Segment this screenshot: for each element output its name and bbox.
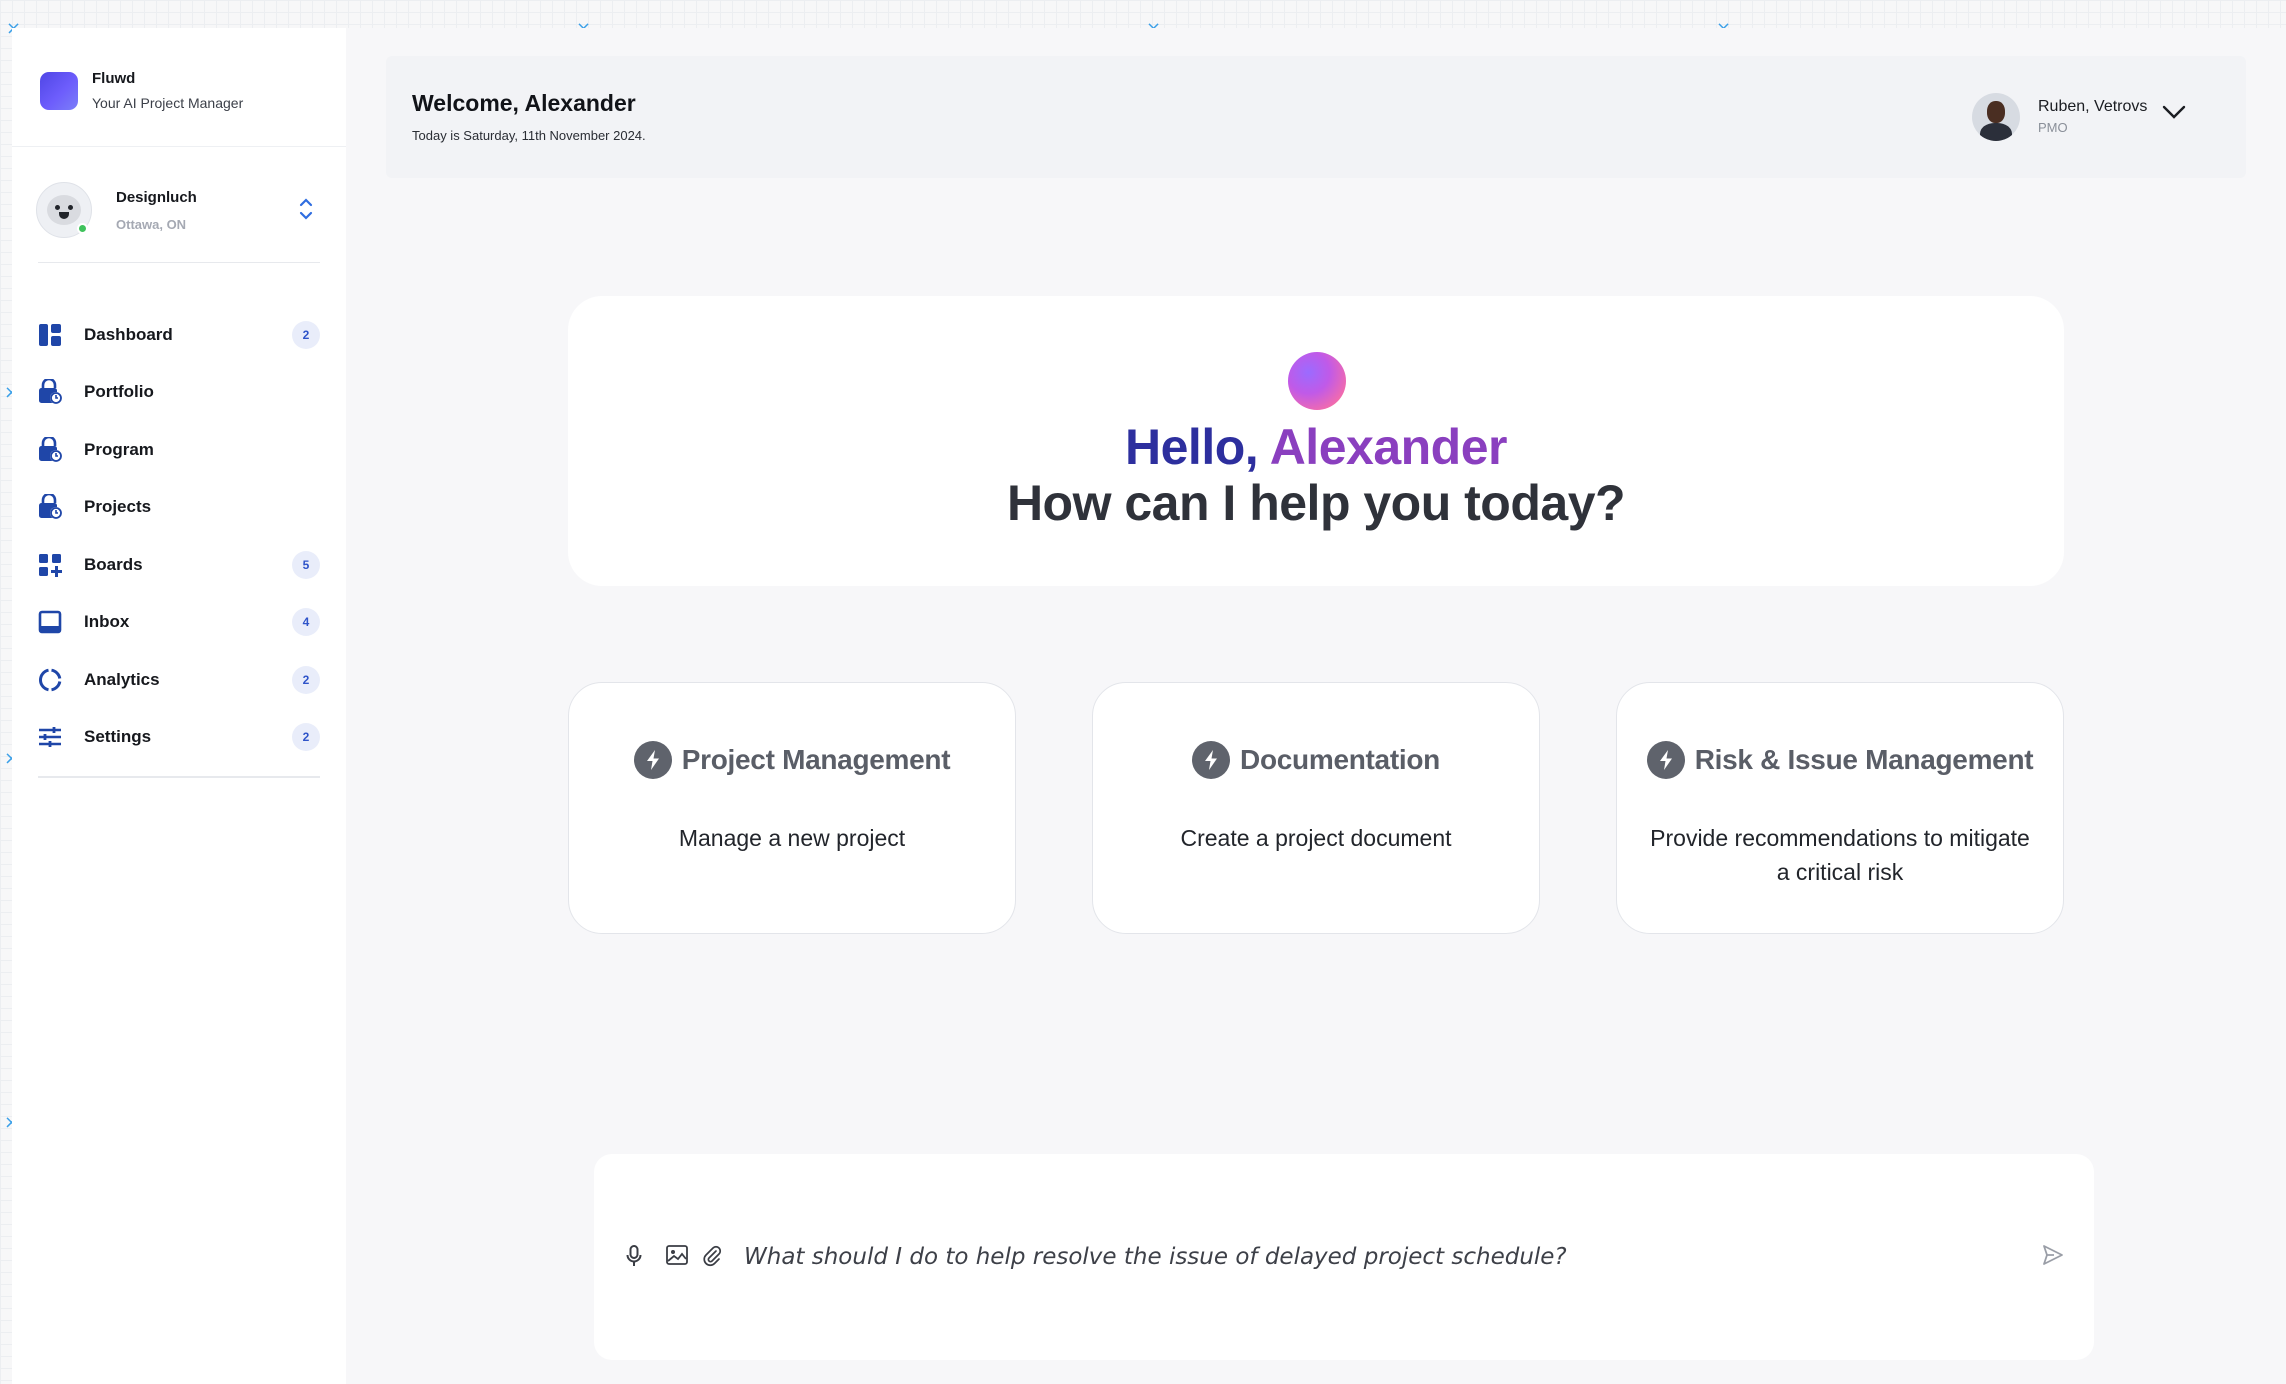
paperclip-icon[interactable] [702, 1245, 722, 1272]
brand-name: Fluwd [92, 70, 136, 87]
count-badge: 5 [292, 550, 320, 579]
sidebar-item-label: Program [84, 439, 154, 459]
sidebar-item-boards[interactable]: Boards 5 [38, 536, 332, 594]
sidebar-item-program[interactable]: Program [38, 421, 332, 479]
card-description: Manage a new project [678, 825, 906, 851]
dashboard-icon [38, 323, 62, 347]
prompt-input[interactable] [744, 1240, 2044, 1274]
sidebar-item-dashboard[interactable]: Dashboard 2 [38, 306, 332, 364]
sidebar-item-label: Settings [84, 727, 152, 747]
workspace-location: Ottawa, ON [116, 216, 187, 232]
sidebar-item-label: Dashboard [84, 324, 173, 344]
workspace-switcher[interactable]: Designluch Ottawa, ON [36, 182, 322, 238]
suggestion-card-project-management[interactable]: Project Management Manage a new project [568, 682, 1016, 934]
sidebar-item-inbox[interactable]: Inbox 4 [38, 594, 332, 652]
hello-name: Alexander [1269, 419, 1508, 475]
inbox-icon [38, 610, 62, 634]
lightning-icon [1646, 741, 1685, 779]
sidebar: Fluwd Your AI Project Manager Designluch… [12, 28, 346, 1384]
help-question: How can I help you today? [1006, 475, 1626, 531]
suggestion-card-documentation[interactable]: Documentation Create a project document [1092, 682, 1540, 934]
analytics-icon [38, 668, 62, 692]
sidebar-item-analytics[interactable]: Analytics 2 [38, 651, 332, 709]
hello-word: Hello, [1125, 419, 1259, 475]
hello-heading: Hello, Alexander [568, 418, 2064, 476]
lock-clock-icon [38, 494, 62, 520]
sliders-icon [38, 725, 62, 749]
user-name[interactable]: Ruben, Vetrovs [2038, 98, 2147, 116]
user-avatar[interactable] [1972, 93, 2020, 141]
count-badge: 2 [292, 665, 320, 694]
divider [38, 262, 320, 263]
sidebar-item-settings[interactable]: Settings 2 [38, 709, 332, 767]
workspace-avatar [36, 182, 92, 238]
main-content: Welcome, Alexander Today is Saturday, 11… [346, 28, 2286, 1384]
divider [38, 776, 320, 778]
sidebar-item-label: Portfolio [84, 382, 154, 402]
welcome-title: Welcome, Alexander [412, 90, 636, 116]
chevron-up-down-icon[interactable] [298, 196, 314, 227]
count-badge: 2 [292, 320, 320, 349]
brand-subtitle: Your AI Project Manager [92, 95, 244, 111]
sidebar-item-projects[interactable]: Projects [38, 479, 332, 537]
assistant-orb-icon [1288, 352, 1346, 410]
prompt-composer [594, 1154, 2094, 1360]
send-icon[interactable] [2042, 1244, 2064, 1271]
card-description: Provide recommendations to mitigate a cr… [1650, 825, 2030, 885]
sidebar-item-portfolio[interactable]: Portfolio [38, 364, 332, 422]
workspace-name: Designluch [116, 188, 197, 206]
chevron-down-icon[interactable] [2162, 104, 2186, 125]
divider [12, 146, 346, 147]
card-description: Create a project document [1180, 825, 1452, 851]
brand[interactable]: Fluwd Your AI Project Manager [40, 70, 243, 111]
lightning-icon [633, 741, 672, 779]
card-title: Documentation [1240, 744, 1440, 775]
count-badge: 4 [292, 608, 320, 637]
assistant-greeting: Hello, Alexander How can I help you toda… [568, 296, 2064, 586]
online-status-dot [77, 223, 88, 234]
suggestion-card-risk-issue-management[interactable]: Risk & Issue Management Provide recommen… [1616, 682, 2064, 934]
sidebar-item-label: Projects [84, 497, 152, 517]
top-header: Welcome, Alexander Today is Saturday, 11… [386, 56, 2246, 178]
microphone-icon[interactable] [626, 1245, 642, 1272]
sidebar-nav: Dashboard 2 Portfolio Program Projects B… [38, 306, 332, 766]
lightning-icon [1192, 741, 1231, 779]
lock-clock-icon [38, 436, 62, 462]
card-title: Risk & Issue Management [1694, 744, 2034, 775]
image-icon[interactable] [666, 1245, 688, 1270]
sidebar-item-label: Boards [84, 554, 143, 574]
sidebar-item-label: Analytics [84, 669, 160, 689]
sidebar-item-label: Inbox [84, 612, 130, 632]
today-date: Today is Saturday, 11th November 2024. [412, 128, 646, 143]
card-title: Project Management [681, 744, 951, 775]
lock-clock-icon [38, 379, 62, 405]
user-role: PMO [2038, 120, 2068, 135]
brand-logo [40, 71, 78, 110]
boards-icon [38, 553, 62, 577]
count-badge: 2 [292, 723, 320, 752]
